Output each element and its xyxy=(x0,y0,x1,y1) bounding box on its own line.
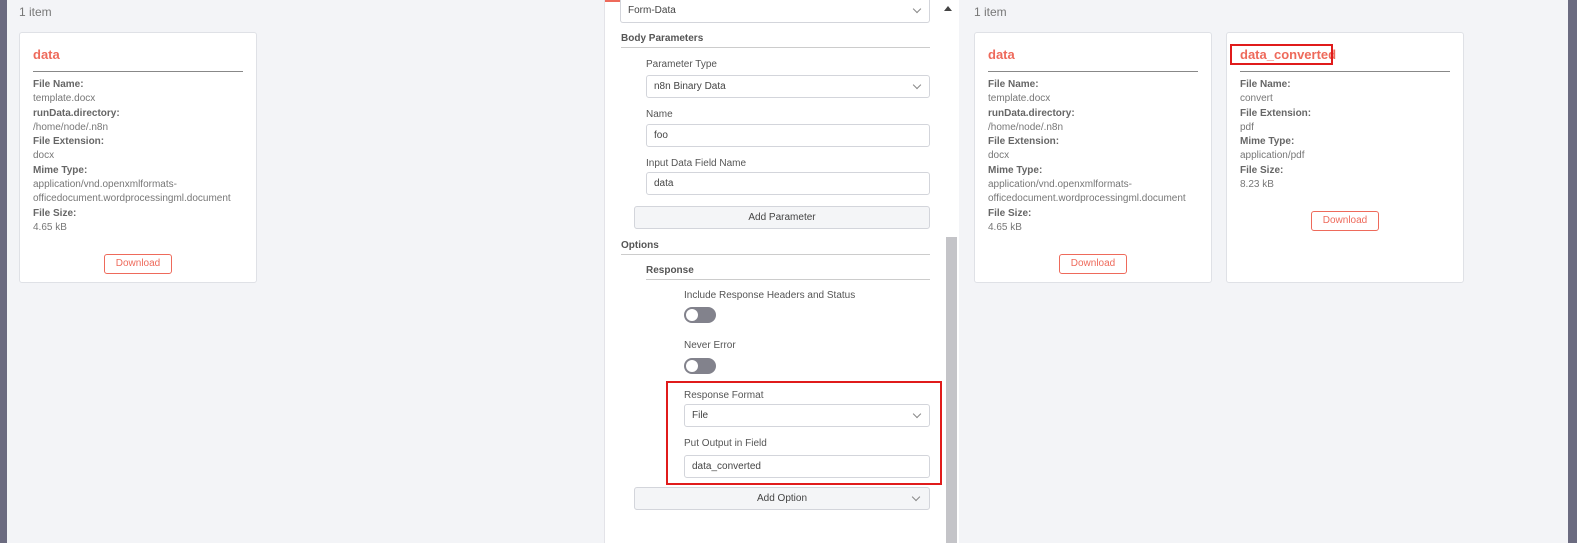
toggle-knob xyxy=(686,360,698,372)
add-parameter-button[interactable]: Add Parameter xyxy=(634,206,930,229)
toggle-knob xyxy=(686,309,698,321)
field-value: application/pdf xyxy=(1240,150,1305,162)
body-parameters-title: Body Parameters xyxy=(621,33,930,48)
field-key: File Name: xyxy=(988,79,1039,90)
field-value: pdf xyxy=(1240,121,1254,133)
options-title: Options xyxy=(621,240,930,255)
never-error-toggle[interactable] xyxy=(684,358,716,374)
input-data-field-input[interactable]: data xyxy=(646,172,930,195)
name-input[interactable]: foo xyxy=(646,124,930,147)
scroll-up-arrow-icon[interactable] xyxy=(944,6,952,11)
right-edge xyxy=(1568,0,1577,543)
field-value: /home/node/.n8n xyxy=(33,121,109,133)
field-value: 8.23 kB xyxy=(1240,179,1274,191)
field-key: File Extension: xyxy=(33,136,105,148)
download-button[interactable]: Download xyxy=(1311,211,1379,231)
field-key: Mime Type: xyxy=(988,164,1043,176)
card-title: data xyxy=(988,47,1015,62)
output-item-count: 1 item xyxy=(974,5,1007,19)
field-key: File Name: xyxy=(1240,79,1291,90)
field-value: convert xyxy=(1240,93,1273,105)
parameter-type-select[interactable]: n8n Binary Data xyxy=(646,75,930,98)
response-format-highlight xyxy=(666,381,942,485)
download-button[interactable]: Download xyxy=(104,254,172,274)
left-edge xyxy=(0,0,7,543)
include-headers-label: Include Response Headers and Status xyxy=(684,290,856,301)
parameter-type-value: n8n Binary Data xyxy=(654,81,726,92)
input-item-count: 1 item xyxy=(19,5,52,19)
field-value: application/vnd.openxmlformats-officedoc… xyxy=(988,179,1186,205)
field-key: File Extension: xyxy=(1240,107,1312,119)
output-binary-card-data: data File Name: template.docx runData.di… xyxy=(974,32,1212,283)
field-value: 4.65 kB xyxy=(988,221,1022,233)
input-field-label: Input Data Field Name xyxy=(646,158,747,169)
parameter-type-label: Parameter Type xyxy=(646,59,717,70)
content-type-select[interactable]: Form-Data xyxy=(620,0,930,23)
field-value: docx xyxy=(33,150,55,162)
field-value: application/vnd.openxmlformats-officedoc… xyxy=(33,179,231,205)
field-key: File Extension: xyxy=(988,136,1060,148)
add-option-button[interactable]: Add Option xyxy=(634,487,930,510)
field-value: template.docx xyxy=(988,93,1051,105)
field-key: runData.directory: xyxy=(33,107,120,119)
name-label: Name xyxy=(646,109,673,120)
chevron-down-icon xyxy=(912,80,922,90)
field-key: File Name: xyxy=(33,79,84,90)
field-key: runData.directory: xyxy=(988,107,1075,119)
download-button[interactable]: Download xyxy=(1059,254,1127,274)
include-headers-toggle[interactable] xyxy=(684,307,716,323)
card-title: data xyxy=(33,47,60,62)
never-error-label: Never Error xyxy=(684,340,736,351)
panel-scrollbar[interactable] xyxy=(946,237,957,543)
field-key: File Size: xyxy=(988,207,1032,219)
field-key: Mime Type: xyxy=(33,164,88,176)
add-option-label: Add Option xyxy=(756,493,808,504)
field-key: Mime Type: xyxy=(1240,136,1295,148)
response-title: Response xyxy=(646,265,930,280)
chevron-down-icon xyxy=(911,492,921,502)
field-key: File Size: xyxy=(33,207,77,219)
field-value: 4.65 kB xyxy=(33,221,67,233)
field-key: File Size: xyxy=(1240,164,1284,176)
chevron-down-icon xyxy=(912,4,922,14)
field-value: /home/node/.n8n xyxy=(988,121,1064,133)
field-value: template.docx xyxy=(33,93,96,105)
field-value: docx xyxy=(988,150,1010,162)
card-title-row: data xyxy=(988,47,1198,72)
data-converted-title-highlight xyxy=(1230,44,1333,65)
content-type-value: Form-Data xyxy=(628,5,676,16)
input-binary-card-data: data File Name: template.docx runData.di… xyxy=(19,32,257,283)
card-title-row: data xyxy=(33,47,243,72)
output-binary-card-data-converted: data_converted File Name: convert File E… xyxy=(1226,32,1464,283)
